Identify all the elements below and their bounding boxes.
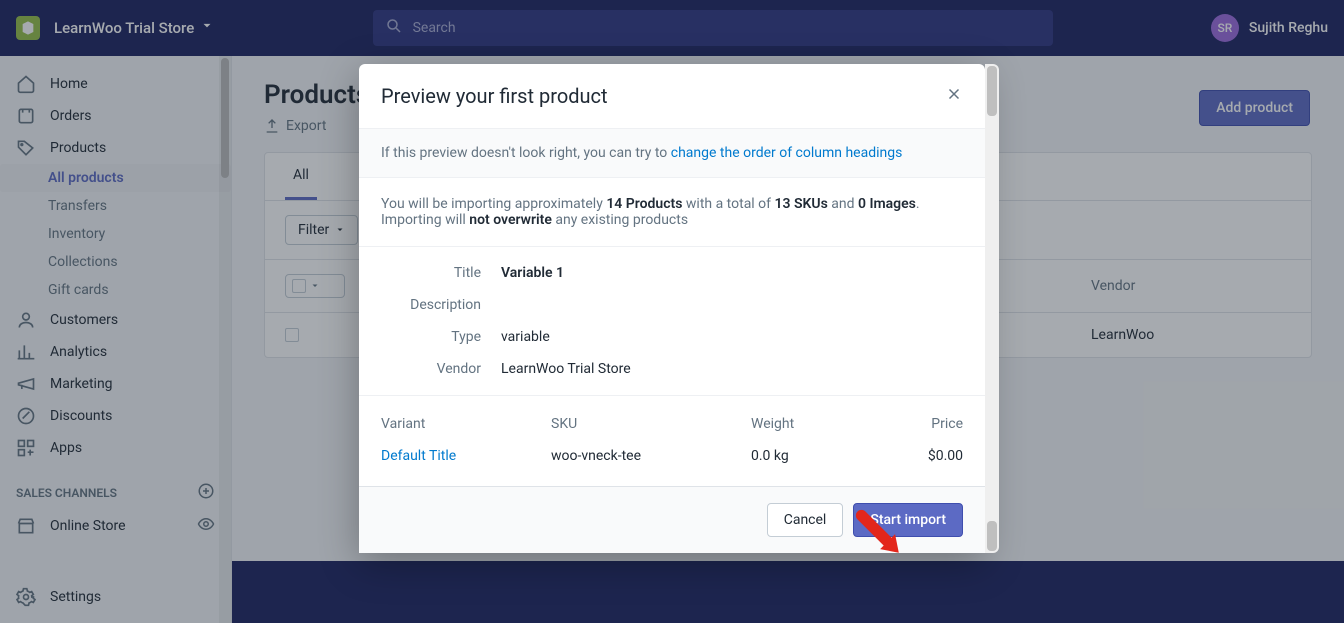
cancel-button[interactable]: Cancel (767, 503, 844, 537)
product-details-block: Title Variable 1 Description Type variable… (359, 247, 985, 396)
summary-text: with a total of (682, 196, 774, 212)
variants-table: Variant SKU Weight Price Default Title w… (359, 396, 985, 486)
import-preview-modal: Preview your first product If this previ… (359, 64, 985, 553)
modal-footer: Cancel Start import (359, 486, 985, 553)
modal-summary: You will be importing approximately 14 P… (359, 178, 985, 247)
vh-price: Price (871, 416, 963, 432)
vh-variant: Variant (381, 416, 551, 432)
vh-weight: Weight (751, 416, 871, 432)
variant-sku: woo-vneck-tee (551, 448, 751, 464)
variant-price: $0.00 (871, 448, 963, 464)
kv-key-vendor: Vendor (381, 361, 481, 377)
summary-skus-count: 13 SKUs (775, 196, 828, 212)
kv-val-type: variable (501, 329, 550, 345)
kv-key-description: Description (381, 297, 481, 313)
vh-sku: SKU (551, 416, 751, 432)
modal-title: Preview your first product (381, 84, 608, 108)
band-text: If this preview doesn't look right, you … (381, 145, 671, 161)
kv-key-type: Type (381, 329, 481, 345)
summary-text: any existing products (552, 212, 688, 228)
kv-key-title: Title (381, 265, 481, 281)
change-column-headings-link[interactable]: change the order of column headings (671, 145, 903, 161)
kv-val-vendor: LearnWoo Trial Store (501, 361, 631, 377)
summary-products-count: 14 Products (606, 196, 682, 212)
modal-hint-band: If this preview doesn't look right, you … (359, 128, 985, 178)
modal-scrollbar[interactable] (985, 64, 999, 553)
kv-val-title: Variable 1 (501, 265, 564, 281)
summary-overwrite-flag: not overwrite (469, 212, 552, 228)
summary-text: You will be importing approximately (381, 196, 606, 212)
variant-title-link[interactable]: Default Title (381, 448, 551, 464)
close-icon[interactable] (945, 85, 963, 107)
variant-weight: 0.0 kg (751, 448, 871, 464)
variant-row: Default Title woo-vneck-tee 0.0 kg $0.00 (381, 444, 963, 468)
summary-images-count: 0 Images (858, 196, 916, 212)
start-import-button[interactable]: Start import (853, 503, 963, 537)
summary-text: and (828, 196, 858, 212)
